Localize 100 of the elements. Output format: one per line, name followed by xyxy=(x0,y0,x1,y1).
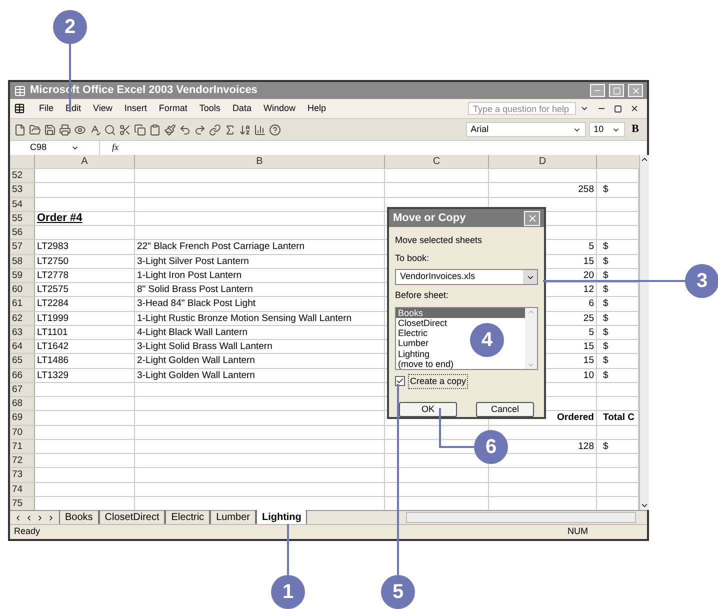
dropdown-icon[interactable] xyxy=(580,104,589,113)
font-size-field[interactable]: 10 xyxy=(588,122,625,137)
menu-item[interactable]: Window xyxy=(257,102,302,116)
dialog-button[interactable]: Cancel xyxy=(476,402,534,417)
sort-icon[interactable] xyxy=(239,124,251,136)
table-cell: LT1101 xyxy=(37,326,68,339)
chart-icon[interactable] xyxy=(254,124,266,136)
row-header[interactable]: 62 xyxy=(10,312,35,325)
link-icon[interactable] xyxy=(209,124,221,136)
table-cell: 3-Light Solid Brass Wall Lantern xyxy=(137,340,272,354)
vertical-scrollbar[interactable] xyxy=(639,155,649,510)
row-header[interactable]: 64 xyxy=(10,340,35,354)
sum-icon[interactable] xyxy=(224,124,236,136)
cut-icon[interactable] xyxy=(119,124,131,136)
table-cell-text: $ xyxy=(602,297,608,310)
last-sheet-icon[interactable] xyxy=(47,514,55,522)
status-text: Ready xyxy=(14,525,42,538)
table-cell: LT2575 xyxy=(37,283,69,296)
row-header[interactable]: 73 xyxy=(10,468,35,482)
column-header[interactable]: D xyxy=(489,155,597,168)
table-cell: LT1642 xyxy=(37,340,69,354)
sheet-list-item[interactable]: ClosetDirect xyxy=(396,318,450,328)
row-header[interactable]: 70 xyxy=(10,426,35,439)
menu-item[interactable]: Data xyxy=(226,102,258,116)
horizontal-scrollbar[interactable] xyxy=(406,512,636,523)
row-header[interactable]: 52 xyxy=(10,169,35,182)
row-header[interactable]: 63 xyxy=(10,326,35,339)
table-cell-text: $ xyxy=(602,326,608,339)
help-search-field[interactable]: Type a question for help xyxy=(468,102,576,115)
first-sheet-icon[interactable] xyxy=(14,514,22,522)
spelling-icon[interactable] xyxy=(89,124,101,136)
table-cell: LT1329 xyxy=(37,368,69,382)
row-header[interactable]: 58 xyxy=(10,254,35,268)
menu-item[interactable]: Format xyxy=(152,102,194,116)
row-header[interactable]: 59 xyxy=(10,268,35,282)
folder-icon[interactable] xyxy=(29,124,41,136)
sheet-list-item[interactable]: Lighting xyxy=(396,348,432,359)
table-cell-text: $ xyxy=(602,268,608,282)
paste-icon[interactable] xyxy=(149,124,161,136)
dialog-button[interactable]: OK xyxy=(399,402,457,417)
next-sheet-icon[interactable] xyxy=(36,514,44,522)
create-copy-checkbox[interactable] xyxy=(395,376,405,386)
row-header[interactable]: 71 xyxy=(10,440,35,453)
row-header[interactable]: 68 xyxy=(10,397,35,410)
sheet-list-item[interactable]: Lumber xyxy=(396,338,431,349)
sheet-list-item[interactable]: Books xyxy=(396,308,525,318)
row-header[interactable]: 66 xyxy=(10,368,35,382)
menu-item[interactable]: Help xyxy=(301,102,332,116)
column-header[interactable]: B xyxy=(135,155,385,168)
close-button[interactable] xyxy=(524,210,540,226)
dialog-title: Move or Copy xyxy=(393,210,466,226)
font-field[interactable]: Arial xyxy=(466,122,586,137)
brush-icon[interactable] xyxy=(164,124,176,136)
row-header[interactable]: 72 xyxy=(10,454,35,468)
row-header[interactable]: 57 xyxy=(10,240,35,254)
workbook-icon xyxy=(14,103,25,114)
table-cell: 25 xyxy=(583,312,594,325)
help-icon[interactable] xyxy=(269,124,281,136)
restore-icon[interactable] xyxy=(614,104,622,112)
new-file-icon[interactable] xyxy=(14,124,26,136)
sheet-list-item[interactable]: (move to end) xyxy=(396,358,456,370)
check-icon xyxy=(396,377,404,386)
row-header[interactable]: 61 xyxy=(10,297,35,310)
undo-icon[interactable] xyxy=(179,124,191,136)
row-header[interactable]: 54 xyxy=(10,198,35,211)
row-header[interactable]: 74 xyxy=(10,482,35,496)
row-header[interactable]: 53 xyxy=(10,183,35,196)
table-cell: 22" Black French Post Carriage Lantern xyxy=(137,240,305,254)
menu-item[interactable]: File xyxy=(33,102,60,116)
menu-item[interactable]: Insert xyxy=(118,102,153,116)
row-header[interactable]: 67 xyxy=(10,382,35,396)
window-title: Microsoft Office Excel 2003 VendorInvoices xyxy=(30,83,258,98)
table-cell: 2-Light Golden Wall Lantern xyxy=(137,354,255,368)
menu-item[interactable]: View xyxy=(87,102,118,116)
printer-icon[interactable] xyxy=(59,124,71,136)
bold-button[interactable]: B xyxy=(628,121,643,138)
previous-sheet-icon[interactable] xyxy=(25,514,33,522)
copy-icon[interactable] xyxy=(134,124,146,136)
column-header[interactable]: A xyxy=(35,155,135,168)
row-header[interactable]: 65 xyxy=(10,354,35,368)
save-icon[interactable] xyxy=(44,124,56,136)
table-cell: 15 xyxy=(583,354,594,368)
row-header[interactable]: 60 xyxy=(10,283,35,296)
instruction-text: Move selected sheets xyxy=(395,234,484,247)
row-header[interactable]: 55 xyxy=(10,212,35,225)
sheet-tab[interactable]: Lighting xyxy=(256,510,308,525)
row-header[interactable]: 56 xyxy=(10,226,35,240)
row-header[interactable]: 69 xyxy=(10,411,35,424)
row-header[interactable]: 75 xyxy=(10,496,35,510)
table-cell: 12 xyxy=(583,283,594,296)
redo-icon[interactable] xyxy=(194,124,206,136)
close-icon[interactable] xyxy=(630,104,639,113)
menu-item[interactable]: Tools xyxy=(193,102,226,116)
to-book-dropdown[interactable]: VendorInvoices.xls xyxy=(395,269,538,285)
scroll-up-icon[interactable] xyxy=(640,155,649,164)
function-label[interactable]: fx xyxy=(100,141,130,155)
column-header[interactable]: C xyxy=(385,155,489,168)
sheet-list-item[interactable]: Electric xyxy=(396,328,430,338)
table-cell: LT2983 xyxy=(37,240,69,254)
scroll-down-icon[interactable] xyxy=(640,501,649,510)
